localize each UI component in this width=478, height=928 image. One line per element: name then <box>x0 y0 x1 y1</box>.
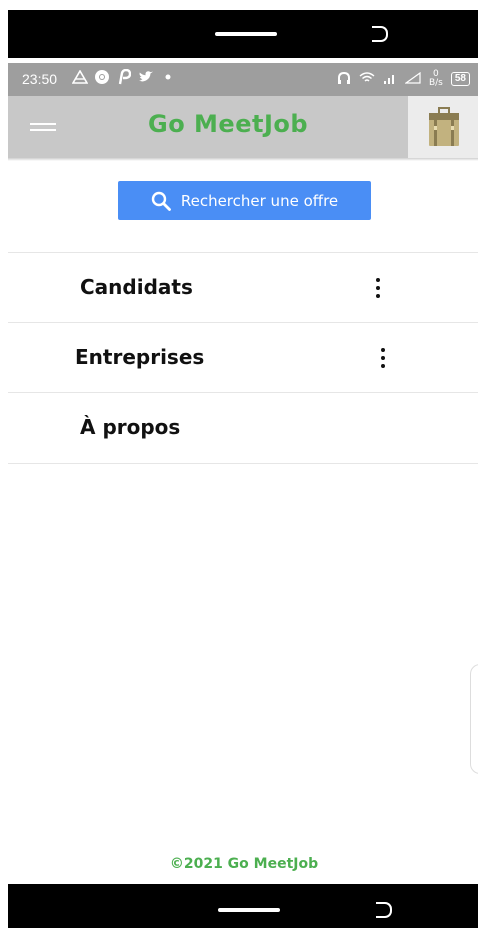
app-title: Go MeetJob <box>148 110 309 138</box>
app-bar: Go MeetJob <box>8 96 408 158</box>
divider <box>8 463 478 464</box>
warning-triangle-icon <box>72 69 88 85</box>
back-gesture-icon[interactable] <box>372 26 388 42</box>
headset-icon <box>337 71 351 88</box>
more-options-icon[interactable] <box>373 278 383 298</box>
hamburger-menu-icon[interactable] <box>30 118 56 136</box>
battery-indicator: 58 <box>450 72 470 86</box>
twitter-icon <box>138 69 154 85</box>
gesture-pill <box>218 908 280 912</box>
menu-item-candidats[interactable]: Candidats <box>8 253 478 321</box>
net-speed-unit: B/s <box>428 78 443 88</box>
chrome-icon <box>94 69 110 85</box>
menu-item-label: Entreprises <box>75 345 205 369</box>
wifi-icon <box>359 71 375 87</box>
briefcase-icon <box>429 107 459 146</box>
search-icon <box>151 191 171 211</box>
bottom-system-bar <box>8 884 478 928</box>
back-gesture-icon[interactable] <box>376 902 392 918</box>
net-speed: 0 B/s <box>429 70 443 88</box>
status-time: 23:50 <box>22 71 58 87</box>
top-system-bar <box>8 10 478 58</box>
search-offer-label: Rechercher une offre <box>180 191 339 210</box>
edge-panel-handle[interactable] <box>470 664 478 774</box>
briefcase-button[interactable] <box>408 96 478 158</box>
more-options-icon[interactable] <box>378 348 388 368</box>
pinterest-icon <box>116 69 132 85</box>
system-status-icons: 0 B/s 58 <box>337 70 470 88</box>
menu-item-label: Candidats <box>80 275 193 299</box>
menu-item-entreprises[interactable]: Entreprises <box>8 323 478 391</box>
footer-copyright: ©2021 Go MeetJob <box>169 856 319 872</box>
dot-icon <box>160 69 176 85</box>
signal-icon <box>383 72 397 87</box>
gesture-pill <box>215 32 277 36</box>
menu-item-a-propos[interactable]: À propos <box>8 393 478 461</box>
status-bar: 23:50 0 B/s 58 <box>8 63 478 96</box>
signal-empty-icon <box>404 71 421 87</box>
app-bar-shadow <box>8 158 478 161</box>
notification-icons <box>72 69 176 85</box>
search-offer-button[interactable]: Rechercher une offre <box>118 181 371 220</box>
menu-item-label: À propos <box>80 415 181 439</box>
